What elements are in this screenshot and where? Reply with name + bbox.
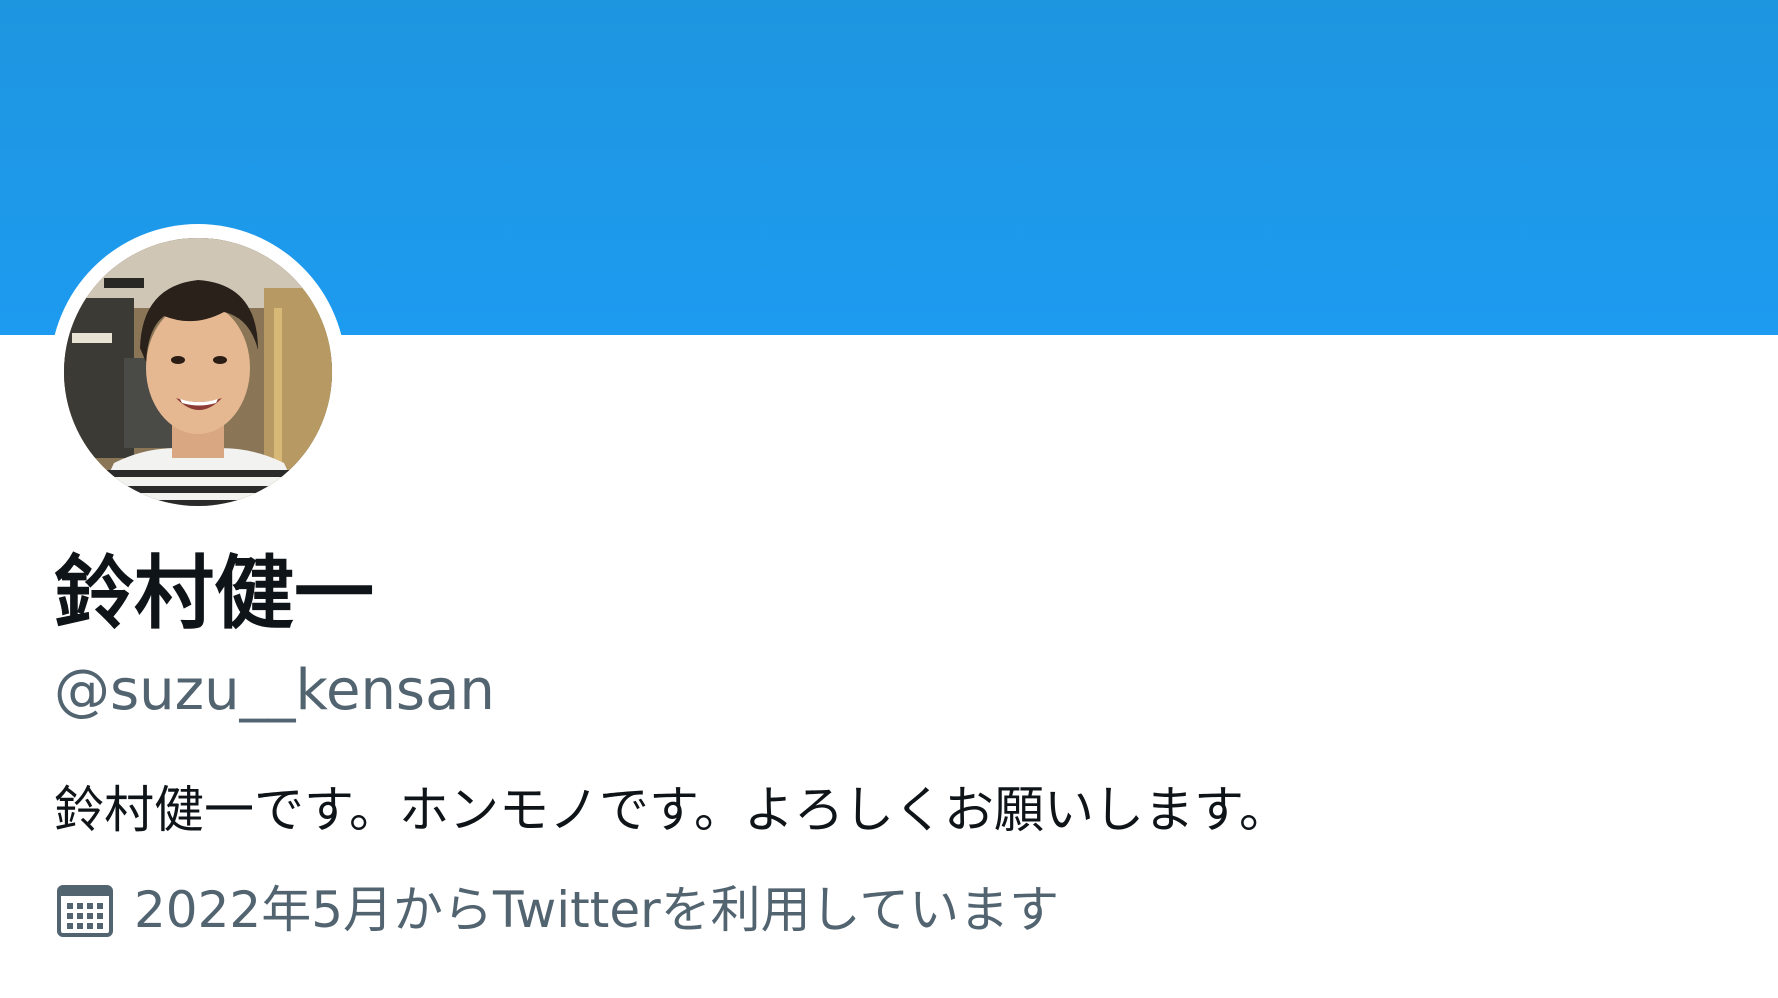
display-name: 鈴村健一	[54, 547, 374, 640]
avatar-photo	[64, 238, 332, 506]
calendar-icon	[54, 879, 116, 941]
profile-page: 鈴村健一 @suzu__kensan 鈴村健一です。ホンモノです。よろしくお願い…	[0, 0, 1778, 998]
profile-bio: 鈴村健一です。ホンモノです。よろしくお願いします。	[54, 781, 1289, 839]
avatar[interactable]	[64, 238, 332, 506]
username-handle: @suzu__kensan	[54, 658, 495, 723]
join-date: 2022年5月からTwitterを利用しています	[54, 878, 1059, 942]
avatar-ring	[50, 224, 346, 520]
join-date-text: 2022年5月からTwitterを利用しています	[134, 881, 1060, 939]
